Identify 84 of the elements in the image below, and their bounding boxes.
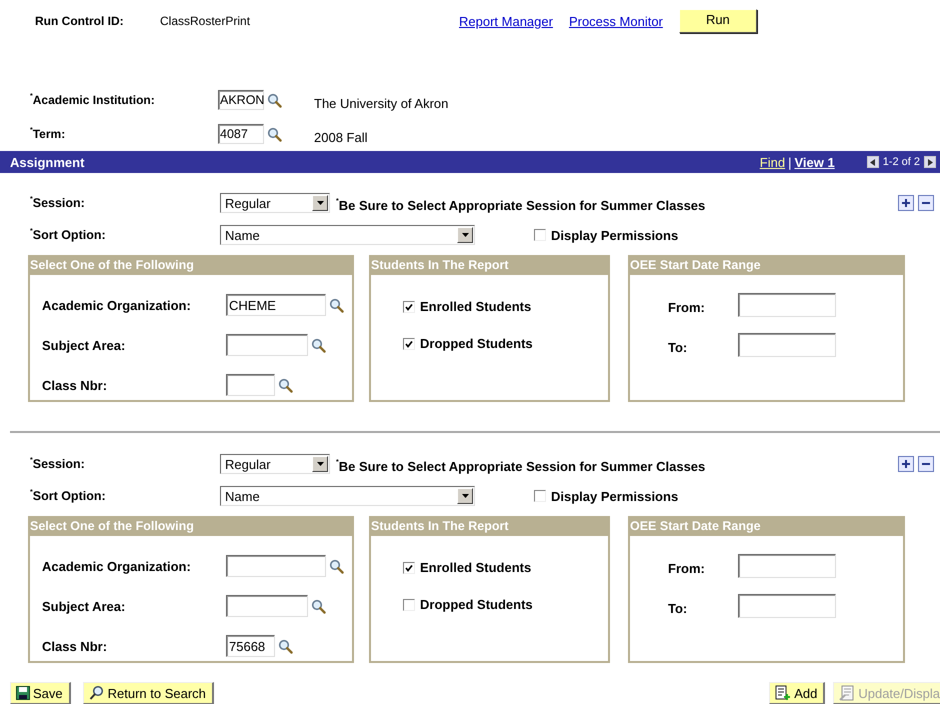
save-button[interactable]: Save — [10, 682, 71, 704]
checkbox[interactable] — [534, 229, 546, 241]
input-field[interactable]: 75668 — [226, 635, 275, 657]
date-field[interactable] — [738, 333, 836, 357]
search-icon[interactable] — [278, 638, 293, 654]
field-label: $^{*}$Term: — [30, 127, 66, 141]
run-button[interactable]: Run — [678, 9, 757, 33]
find-link[interactable]: Find — [760, 154, 786, 170]
session-note: $^{*}$Be Sure to Select Appropriate Session for Summer Classes — [336, 458, 706, 474]
search-icon[interactable] — [278, 378, 293, 392]
search-icon[interactable] — [329, 298, 344, 312]
field-label: Academic Organization: — [42, 298, 192, 312]
field-label: Subject Area: — [42, 598, 126, 614]
group-box-title: OEE Start Date Range — [630, 518, 903, 536]
field-label: $^{*}$Sort Option: — [30, 489, 107, 503]
session-dropdown[interactable]: Regular — [220, 454, 330, 474]
field-label: Academic Organization: — [42, 558, 192, 574]
checkbox-label: Enrolled Students — [420, 560, 532, 575]
input-field[interactable]: AKRON — [218, 90, 264, 110]
group-box-title: Select One of the Following — [30, 257, 352, 275]
previous-icon[interactable] — [866, 156, 879, 168]
input-field[interactable] — [226, 555, 326, 577]
field-label: Run Control ID: — [35, 14, 125, 28]
date-field[interactable] — [738, 554, 836, 578]
document-icon — [839, 685, 856, 701]
field-label: Class Nbr: — [42, 378, 108, 392]
field-label: $^{*}$Session: — [30, 457, 86, 471]
search-icon — [88, 685, 105, 701]
session-note: $^{*}$Be Sure to Select Appropriate Session for Summer Classes — [336, 197, 706, 213]
field-label: Class Nbr: — [42, 638, 108, 654]
next-icon[interactable] — [924, 156, 936, 168]
link[interactable]: Report Manager — [459, 14, 553, 28]
date-field[interactable] — [738, 293, 836, 317]
field-label: $^{*}$Session: — [30, 196, 86, 210]
search-icon[interactable] — [267, 92, 282, 108]
search-icon[interactable] — [311, 598, 326, 614]
input-field[interactable] — [226, 374, 275, 396]
group-box-title: Select One of the Following — [30, 518, 352, 536]
session-dropdown[interactable]: Regular — [220, 193, 330, 213]
view-link[interactable]: View 1 — [794, 154, 835, 170]
checkbox[interactable] — [403, 338, 415, 350]
group-box-title: OEE Start Date Range — [630, 257, 903, 275]
checkbox[interactable] — [403, 598, 415, 610]
checkbox[interactable] — [534, 490, 546, 502]
checkbox-label: Display Permissions — [551, 488, 678, 504]
checkbox-label: Dropped Students — [420, 336, 533, 351]
search-icon[interactable] — [329, 558, 344, 574]
delete-row-icon[interactable] — [918, 195, 934, 211]
field-label: From: — [668, 298, 706, 314]
row-range: 1-2 of 2 — [882, 156, 920, 168]
input-field[interactable] — [226, 595, 308, 617]
field-label: To: — [668, 338, 688, 354]
sort-dropdown[interactable]: Name — [220, 486, 475, 506]
input-field[interactable]: 4087 — [218, 124, 264, 144]
group-box-title: Students In The Report — [371, 257, 608, 275]
search-icon[interactable] — [311, 338, 326, 352]
field-label: From: — [668, 560, 706, 576]
link[interactable]: Process Monitor — [568, 14, 663, 28]
run-control-value: ClassRosterPrint — [160, 14, 252, 28]
checkbox-label: Enrolled Students — [420, 299, 532, 314]
field-label: Subject Area: — [42, 338, 126, 352]
link-separator: | — [788, 154, 792, 170]
checkbox-label: Display Permissions — [551, 228, 678, 242]
add-row-icon[interactable] — [898, 456, 914, 472]
input-field[interactable] — [226, 334, 308, 356]
input-field[interactable]: CHEME — [226, 294, 326, 316]
checkbox-label: Dropped Students — [420, 597, 533, 612]
checkbox[interactable] — [403, 562, 415, 574]
delete-row-icon[interactable] — [918, 456, 934, 472]
group-box-title: Students In The Report — [371, 518, 608, 536]
section-title: Assignment — [10, 154, 86, 170]
field-description: The University of Akron — [314, 94, 448, 110]
add-row-icon[interactable] — [898, 195, 914, 211]
field-label: $^{*}$Sort Option: — [30, 228, 107, 242]
search-icon[interactable] — [267, 126, 282, 142]
add-document-icon — [775, 685, 792, 701]
field-label: $^{*}$Academic Institution: — [30, 93, 156, 107]
date-field[interactable] — [738, 594, 836, 618]
add-button[interactable]: Add — [769, 682, 826, 704]
checkbox[interactable] — [403, 300, 415, 312]
sort-dropdown[interactable]: Name — [220, 225, 475, 245]
field-label: To: — [668, 600, 688, 616]
search-button[interactable]: Return to Search — [82, 682, 214, 704]
field-description: 2008 Fall — [314, 128, 368, 144]
